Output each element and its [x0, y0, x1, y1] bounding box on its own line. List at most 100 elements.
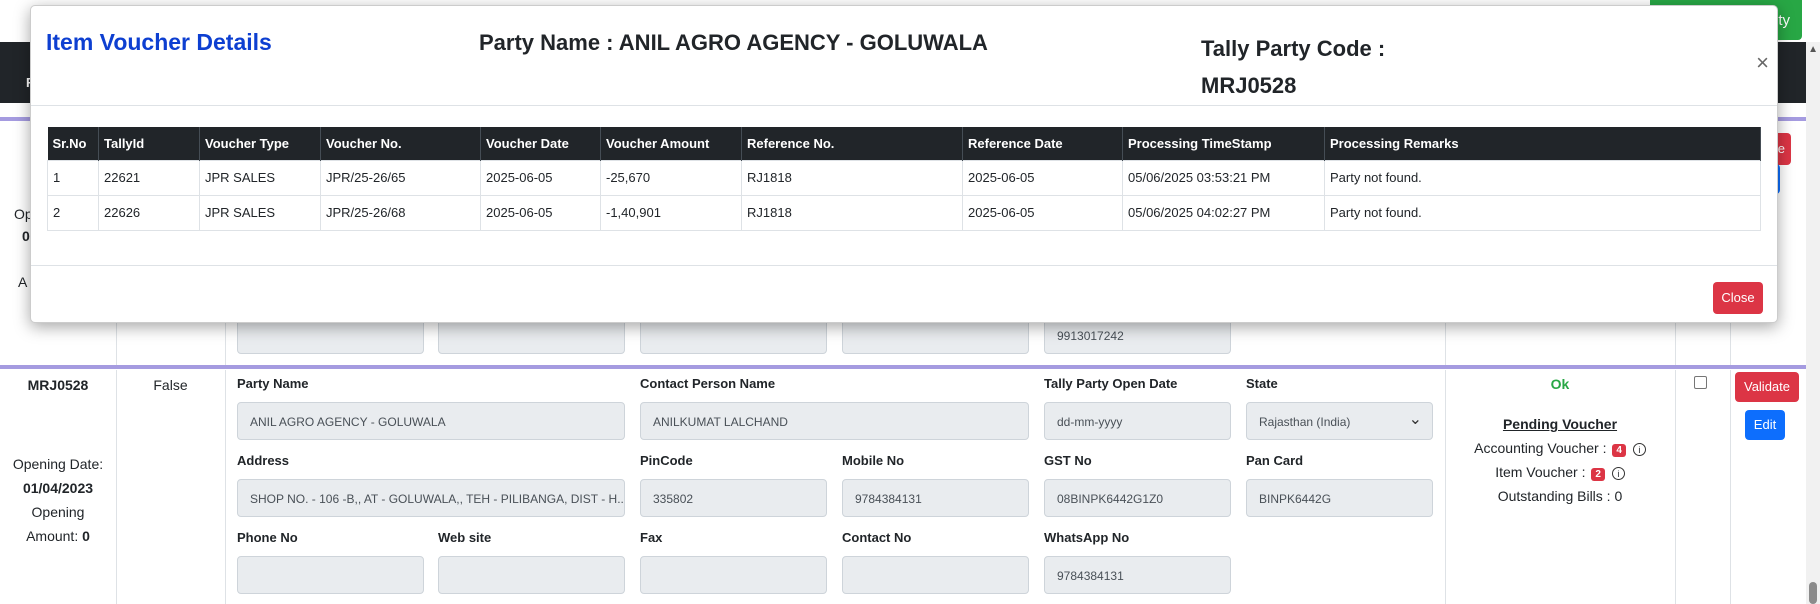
table-cell: 1: [47, 159, 99, 196]
row1-partial-text: A: [18, 274, 28, 290]
modal-body: Sr.No TallyId Voucher Type Voucher No. V…: [31, 106, 1777, 265]
vertical-scrollbar[interactable]: [1806, 42, 1820, 604]
table-cell: RJ1818: [741, 194, 963, 231]
edit-button[interactable]: Edit: [1745, 410, 1785, 440]
scroll-up-icon[interactable]: ▲: [1808, 44, 1818, 55]
opening-date: 01/04/2023: [22, 480, 94, 496]
modal-party-name: Party Name : ANIL AGRO AGENCY - GOLUWALA: [479, 30, 988, 55]
table-cell: RJ1818: [741, 159, 963, 196]
party-row-2: MRJ0528 Opening Date: 01/04/2023 Opening…: [0, 370, 1806, 604]
column-header: TallyId: [98, 127, 200, 160]
fax-label: Fax: [640, 530, 663, 545]
outstanding-bills: Outstanding Bills : 0: [1497, 488, 1623, 504]
table-row: 2 22626 JPR SALES JPR/25-26/68 2025-06-0…: [47, 194, 1761, 231]
table-cell: 22621: [98, 159, 200, 196]
column-header: Reference Date: [962, 127, 1123, 160]
opening-amount: Amount: 0: [0, 528, 116, 544]
modal-title: Item Voucher Details: [46, 29, 272, 55]
pincode-field[interactable]: 335802: [640, 479, 827, 517]
mobile-field[interactable]: 9784384131: [842, 479, 1029, 517]
opening-amount-value: 0: [82, 528, 90, 544]
pincode-label: PinCode: [640, 453, 693, 468]
tally-open-date-field[interactable]: dd-mm-yyyy: [1044, 402, 1231, 440]
item-voucher-badge[interactable]: 2: [1591, 468, 1605, 481]
item-voucher-modal: Item Voucher Details Party Name : ANIL A…: [30, 5, 1778, 323]
tally-code-value: MRJ0528: [1201, 73, 1297, 98]
close-icon[interactable]: ×: [1756, 50, 1769, 76]
voucher-table: Sr.No TallyId Voucher Type Voucher No. V…: [47, 127, 1761, 231]
row-divider: [0, 365, 1806, 369]
table-cell: 22626: [98, 194, 200, 231]
accounting-voucher-badge[interactable]: 4: [1612, 444, 1626, 457]
tally-open-date-label: Tally Party Open Date: [1044, 376, 1178, 391]
validate-button[interactable]: Validate: [1735, 372, 1799, 402]
table-cell: JPR SALES: [199, 194, 321, 231]
modal-footer: Close: [31, 265, 1777, 324]
table-cell: JPR SALES: [199, 159, 321, 196]
table-cell: -1,40,901: [600, 194, 742, 231]
pan-label: Pan Card: [1246, 453, 1304, 468]
flag-value: False: [153, 377, 188, 393]
website-label: Web site: [438, 530, 492, 545]
accounting-voucher-label: Accounting Voucher :: [1474, 440, 1607, 456]
close-button[interactable]: Close: [1713, 282, 1763, 314]
pending-voucher-title: Pending Voucher: [1502, 416, 1618, 432]
table-cell: 2025-06-05: [480, 194, 601, 231]
phone-label: Phone No: [237, 530, 298, 545]
opening-amount-label-2: Amount:: [26, 528, 79, 544]
table-cell: 05/06/2025 04:02:27 PM: [1122, 194, 1325, 231]
info-icon[interactable]: i: [1611, 467, 1625, 480]
table-cell: 2: [47, 194, 99, 231]
table-cell: Party not found.: [1324, 159, 1761, 196]
party-code: MRJ0528: [27, 377, 89, 393]
status-ok: Ok: [1550, 376, 1570, 392]
table-cell: 2025-06-05: [962, 159, 1123, 196]
whatsapp-field[interactable]: 9784384131: [1044, 556, 1231, 594]
fax-field[interactable]: [640, 556, 827, 594]
gst-label: GST No: [1044, 453, 1092, 468]
party-name-field[interactable]: ANIL AGRO AGENCY - GOLUWALA: [237, 402, 625, 440]
row-checkbox[interactable]: [1694, 376, 1707, 389]
contact-no-label: Contact No: [842, 530, 912, 545]
column-header: Voucher Amount: [600, 127, 742, 160]
opening-amount-label: Opening: [31, 504, 85, 520]
table-cell: JPR/25-26/68: [320, 194, 481, 231]
state-label: State: [1246, 376, 1278, 391]
item-voucher-line: Item Voucher : 2 i: [1445, 464, 1675, 481]
contact-no-field[interactable]: [842, 556, 1029, 594]
table-header-row: Sr.No TallyId Voucher Type Voucher No. V…: [47, 127, 1761, 160]
column-header: Sr.No: [47, 127, 99, 160]
opening-date-label: Opening Date:: [12, 456, 104, 472]
modal-header: Item Voucher Details Party Name : ANIL A…: [31, 6, 1777, 106]
address-label: Address: [237, 453, 290, 468]
item-voucher-label: Item Voucher :: [1495, 464, 1586, 480]
accounting-voucher-line: Accounting Voucher : 4 i: [1445, 440, 1675, 457]
tally-code-label: Tally Party Code :: [1201, 36, 1386, 61]
info-icon[interactable]: i: [1632, 443, 1646, 456]
gst-field[interactable]: 08BINPK6442G1Z0: [1044, 479, 1231, 517]
whatsapp-label: WhatsApp No: [1044, 530, 1130, 545]
table-cell: 2025-06-05: [480, 159, 601, 196]
column-header: Voucher Date: [480, 127, 601, 160]
mobile-label: Mobile No: [842, 453, 905, 468]
table-row: 1 22621 JPR SALES JPR/25-26/65 2025-06-0…: [47, 159, 1761, 196]
scrollbar-thumb[interactable]: [1809, 582, 1817, 604]
website-field[interactable]: [438, 556, 625, 594]
table-cell: JPR/25-26/65: [320, 159, 481, 196]
column-header: Voucher Type: [199, 127, 321, 160]
column-header: Processing Remarks: [1324, 127, 1761, 160]
row1-partial-text: 0: [22, 228, 30, 244]
contact-person-label: Contact Person Name: [640, 376, 776, 391]
table-cell: 05/06/2025 03:53:21 PM: [1122, 159, 1325, 196]
modal-tally-code: Tally Party Code : MRJ0528: [1201, 30, 1385, 104]
table-cell: Party not found.: [1324, 194, 1761, 231]
state-select[interactable]: Rajasthan (India): [1246, 402, 1433, 440]
contact-person-field[interactable]: ANILKUMAT LALCHAND: [640, 402, 1029, 440]
column-header: Reference No.: [741, 127, 963, 160]
table-cell: 2025-06-05: [962, 194, 1123, 231]
address-field[interactable]: SHOP NO. - 106 -B,, AT - GOLUWALA,, TEH …: [237, 479, 625, 517]
phone-field[interactable]: [237, 556, 424, 594]
column-header: Voucher No.: [320, 127, 481, 160]
pan-field[interactable]: BINPK6442G: [1246, 479, 1433, 517]
column-header: Processing TimeStamp: [1122, 127, 1325, 160]
